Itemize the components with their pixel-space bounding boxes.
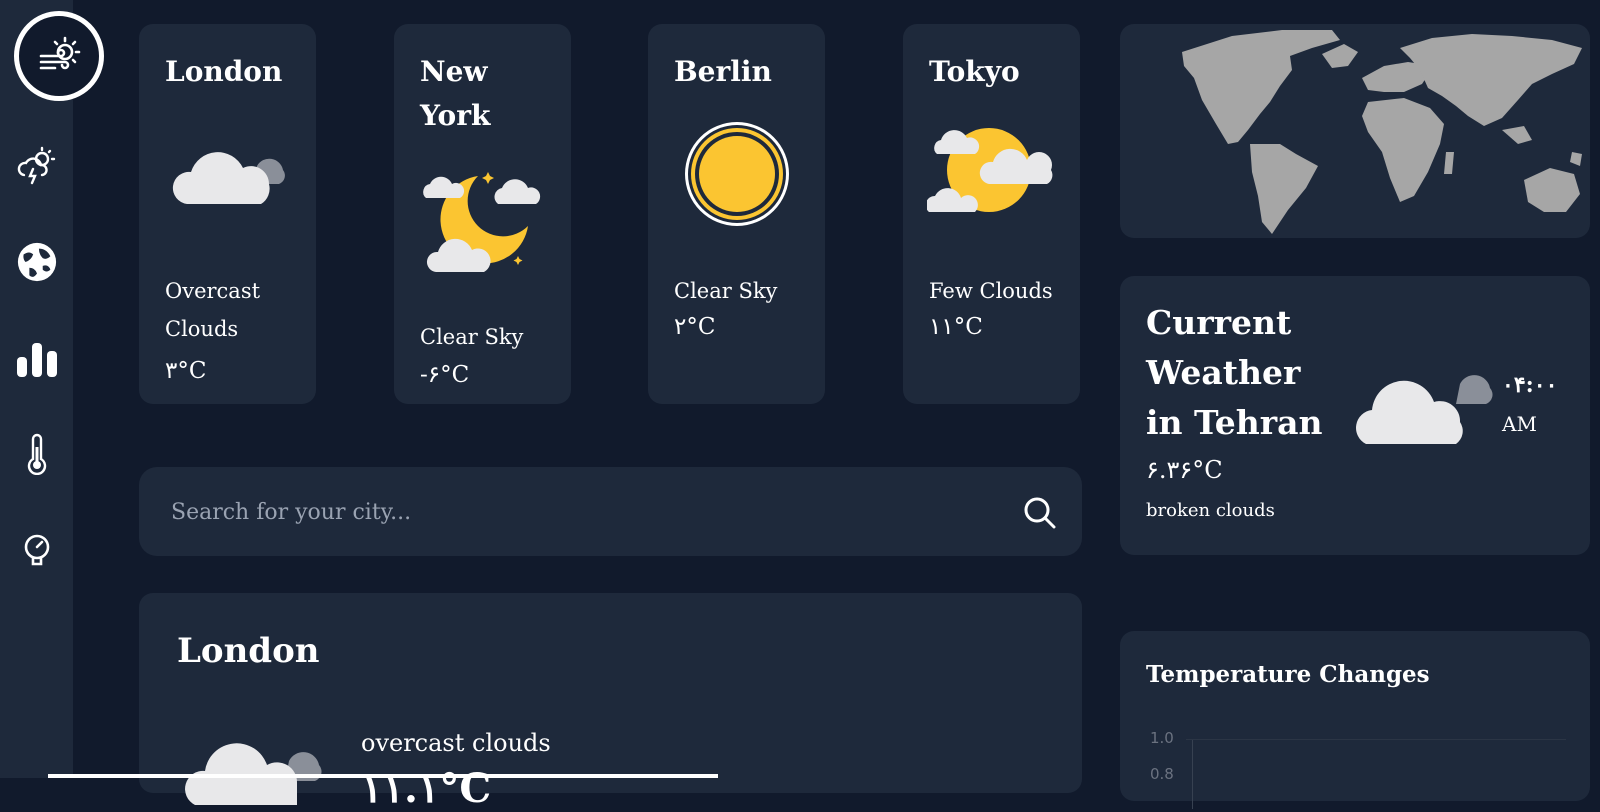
city-temp: -۶°C	[420, 362, 470, 388]
current-title: Current Weather in Tehran	[1146, 303, 1323, 442]
city-card-berlin[interactable]: Berlin Clear Sky ۲°C	[648, 24, 825, 404]
city-detail-card: London overcast clouds ۱۱.۱°C	[139, 593, 1082, 812]
sun-icon	[685, 122, 789, 226]
city-card-tokyo[interactable]: Tokyo Few Clouds ۱۱°C	[903, 24, 1080, 404]
city-name: Tokyo	[929, 55, 1020, 88]
wind-sun-icon	[39, 36, 81, 70]
search-bar	[139, 467, 1082, 556]
horizontal-scrollbar[interactable]	[48, 774, 718, 778]
world-map	[1182, 30, 1582, 234]
city-temp: ۳°C	[165, 358, 207, 384]
city-temp: ۲°C	[674, 314, 716, 340]
search-input[interactable]	[169, 489, 993, 535]
sun-clouds-icon	[927, 128, 1053, 212]
detail-temp: ۱۱.۱°C	[361, 765, 492, 812]
city-card-new-york[interactable]: New York Clear Sky -۶°C	[394, 24, 571, 404]
temperature-chart-title: Temperature Changes	[1146, 661, 1430, 688]
broken-clouds-icon	[1356, 375, 1493, 444]
current-weather-card: Current Weather in Tehran ۶.۳۶°C broken …	[1120, 276, 1590, 555]
overcast-clouds-icon	[172, 152, 285, 204]
city-name: New York	[420, 55, 491, 132]
city-temp: ۱۱°C	[929, 314, 983, 340]
search-icon[interactable]	[1022, 495, 1056, 529]
city-card-london[interactable]: London Overcast Clouds ۳°C	[139, 24, 316, 404]
current-time: ۰۴:۰۰	[1502, 372, 1558, 398]
current-ampm: AM	[1502, 412, 1537, 436]
overcast-clouds-icon	[185, 743, 322, 805]
city-desc: Clear Sky	[420, 325, 524, 349]
storm-icon[interactable]	[16, 145, 58, 187]
city-name: Berlin	[674, 55, 772, 88]
temperature-changes-card: Temperature Changes 1.0 0.8	[1120, 631, 1590, 809]
sidebar	[0, 0, 104, 778]
city-desc: Few Clouds	[929, 279, 1053, 303]
chart-y-tick: 1.0	[1150, 729, 1174, 747]
globe-icon[interactable]	[16, 241, 58, 283]
detail-city-name: London	[177, 631, 320, 671]
world-map-card[interactable]	[1120, 24, 1590, 238]
bar-chart-icon[interactable]	[16, 337, 58, 379]
city-name: London	[165, 55, 283, 88]
moon-clouds-icon	[423, 172, 541, 272]
detail-desc: overcast clouds	[361, 729, 551, 757]
chart-y-axis	[1192, 739, 1193, 809]
thermometer-icon[interactable]	[16, 433, 58, 475]
chart-y-tick: 0.8	[1150, 765, 1174, 783]
current-desc: broken clouds	[1146, 500, 1275, 521]
current-temp: ۶.۳۶°C	[1146, 456, 1223, 484]
chart-gridline	[1186, 739, 1566, 740]
gauge-icon[interactable]	[16, 529, 58, 571]
city-desc: Clear Sky	[674, 279, 778, 303]
logo-button[interactable]	[14, 11, 104, 101]
city-desc: Overcast Clouds	[165, 279, 261, 341]
